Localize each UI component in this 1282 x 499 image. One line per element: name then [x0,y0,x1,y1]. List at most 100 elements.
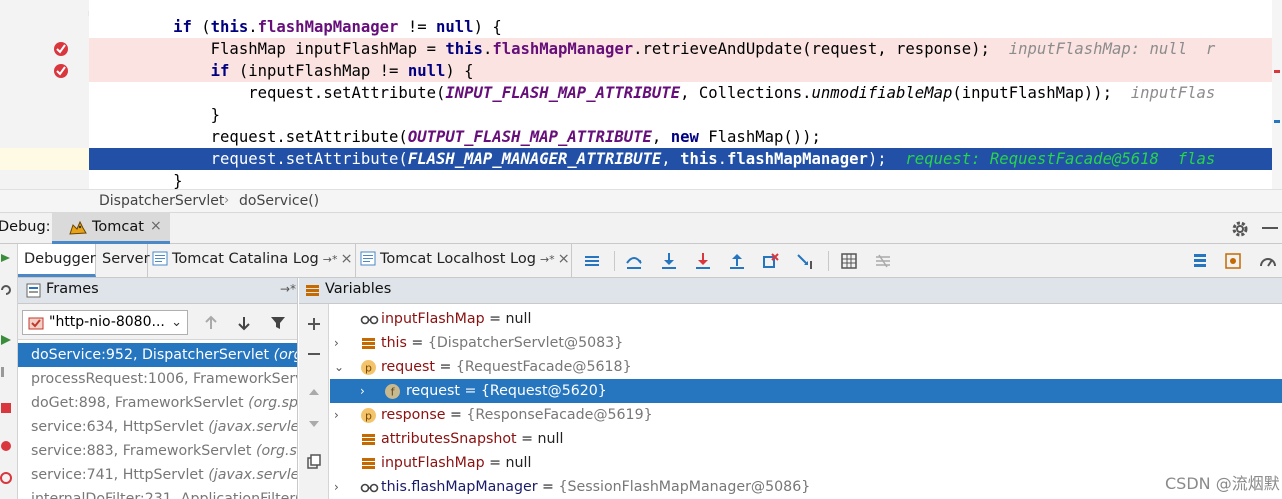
drop-frame-icon[interactable] [761,251,781,271]
arrow-up-icon[interactable] [202,314,220,332]
object-fields-icon [362,338,375,349]
code-line-946[interactable]: 946 if (this.flashMapManager != null) { [0,16,1282,79]
object-fields-icon [362,458,375,469]
arrow-down-icon[interactable] [235,314,253,332]
pin-icon[interactable]: →* [540,253,555,266]
variable-row[interactable]: inputFlashMap = null [330,307,1282,331]
mute-breakpoints-icon[interactable] [0,472,12,484]
field-icon: f [385,384,400,399]
close-icon[interactable]: × [150,218,162,234]
view-breakpoints-icon[interactable] [0,440,12,452]
variable-row[interactable]: ⌄ p request = {RequestFacade@5618} [330,355,1282,379]
remove-watch-icon[interactable] [306,346,322,362]
close-icon[interactable]: × [558,251,570,267]
log-file-icon [360,251,376,266]
refresh-icon[interactable] [0,284,12,296]
move-down-icon[interactable] [306,416,322,432]
tab-debugger[interactable]: Debugger [18,244,96,277]
run-to-cursor-icon[interactable] [795,251,815,271]
breakpoint-icon[interactable] [53,63,69,79]
chevron-right-icon[interactable]: › [360,379,372,403]
debug-session-tab-tomcat[interactable]: Tomcat × [52,213,170,244]
performance-gauge-icon[interactable] [1258,251,1278,271]
code-line-945[interactable]: 945 [0,0,1282,52]
capture-memory-icon[interactable] [1223,251,1243,271]
code-line-952-current[interactable]: 952 request.setAttribute(FLASH_MAP_MANAG… [0,148,1282,170]
code-line-950[interactable]: 950 } [0,104,1282,167]
variable-row[interactable]: inputFlashMap = null [330,451,1282,475]
tab-tomcat-catalina-log[interactable]: Tomcat Catalina Log →* × [148,244,356,277]
editor-scrollbar[interactable] [1272,0,1282,189]
parameter-icon: p [361,408,376,423]
step-over-icon[interactable] [624,251,644,271]
inline-debug-hint: inputFlas [1130,84,1216,102]
breadcrumb-class[interactable]: DispatcherServlet [99,190,224,212]
variable-row-selected[interactable]: › f request = {Request@5620} [330,379,1282,403]
breadcrumb: DispatcherServlet › doService() [0,189,1282,213]
code-text: if (inputFlashMap != null) { [210,62,474,80]
variables-panel: Variables inputFlashMap = null › this = … [299,278,1282,499]
breadcrumb-method[interactable]: doService() [239,190,319,212]
code-text: FlashMap inputFlashMap = this.flashMapMa… [98,40,1216,58]
log-file-icon [152,251,168,266]
tab-server[interactable]: Server [96,244,150,277]
stop-icon[interactable] [0,402,12,414]
add-watch-icon[interactable] [306,316,322,332]
code-line-949[interactable]: 949 request.setAttribute(INPUT_FLASH_MAP… [0,82,1282,145]
pin-icon[interactable]: →* [280,282,296,296]
force-step-into-icon[interactable] [693,251,713,271]
code-line-953[interactable]: 953 } [0,170,1282,189]
variable-row[interactable]: › this = {DispatcherServlet@5083} [330,331,1282,355]
breakpoint-icon[interactable] [53,41,69,57]
code-line-951[interactable]: 951 request.setAttribute(OUTPUT_FLASH_MA… [0,126,1282,189]
code-editor[interactable]: 945 946 if (this.flashMapManager != null… [0,0,1282,189]
frames-toolbar: "http-nio-8080... ⌄ [18,304,297,340]
pause-icon[interactable] [0,366,12,378]
trace-current-stream-icon[interactable] [873,251,893,271]
frame-row[interactable]: service:741, HttpServlet (javax.servlet.… [18,463,297,487]
chevron-right-icon[interactable]: › [334,403,346,427]
frame-row[interactable]: doService:952, DispatcherServlet (org.sp… [18,343,297,367]
tab-label: Tomcat Localhost Log [380,251,536,267]
show-execution-point-icon[interactable] [582,251,602,271]
frame-row[interactable]: service:634, HttpServlet (javax.servlet.… [18,415,297,439]
tab-label: Server [102,251,150,267]
frame-row[interactable]: doGet:898, FrameworkServlet (org.springf… [18,391,297,415]
code-line-948[interactable]: 948 if (inputFlashMap != null) { [0,60,1282,123]
breadcrumb-separator: › [224,193,230,208]
thread-selector[interactable]: "http-nio-8080... ⌄ [22,310,188,335]
chevron-down-icon[interactable]: ⌄ [334,355,346,379]
step-out-icon[interactable] [727,251,747,271]
restore-layout-icon[interactable] [1190,251,1210,271]
parameter-icon: p [361,360,376,375]
watch-glasses-icon [360,315,379,325]
pin-icon[interactable]: →* [323,253,338,266]
inline-debug-hint: inputFlashMap: null r [1008,40,1216,58]
variable-row[interactable]: › p response = {ResponseFacade@5619} [330,403,1282,427]
frame-row[interactable]: service:883, FrameworkServlet (org.sprin… [18,439,297,463]
chevron-right-icon[interactable]: › [334,475,346,499]
code-line-947[interactable]: 947 FlashMap inputFlashMap = this.flashM… [0,38,1282,101]
inline-debug-hint: request: RequestFacade@5618 flas [905,150,1216,168]
resume-icon[interactable] [0,334,12,346]
move-up-icon[interactable] [306,384,322,400]
chevron-right-icon[interactable]: › [334,331,346,355]
debug-left-toolbar [0,244,18,499]
frame-row[interactable]: processRequest:1006, FrameworkServlet (o [18,367,297,391]
variable-row[interactable]: attributesSnapshot = null [330,427,1282,451]
watch-glasses-icon [360,483,379,493]
variable-row[interactable]: › this.flashMapManager = {SessionFlashMa… [330,475,1282,499]
thread-suspended-icon [28,317,44,330]
tab-tomcat-localhost-log[interactable]: Tomcat Localhost Log →* × [356,244,572,277]
object-fields-icon [362,434,375,445]
frame-row[interactable]: internalDoFilter:231, ApplicationFilterC… [18,487,297,499]
filter-icon[interactable] [269,314,287,332]
gear-icon[interactable] [1230,219,1250,239]
code-text: request.setAttribute(OUTPUT_FLASH_MAP_AT… [98,128,821,146]
copy-icon[interactable] [306,454,322,470]
step-into-icon[interactable] [659,251,679,271]
rerun-icon[interactable] [0,252,12,264]
evaluate-expression-icon[interactable] [839,251,859,271]
close-icon[interactable]: × [340,251,352,267]
minimize-icon[interactable] [1262,227,1278,229]
